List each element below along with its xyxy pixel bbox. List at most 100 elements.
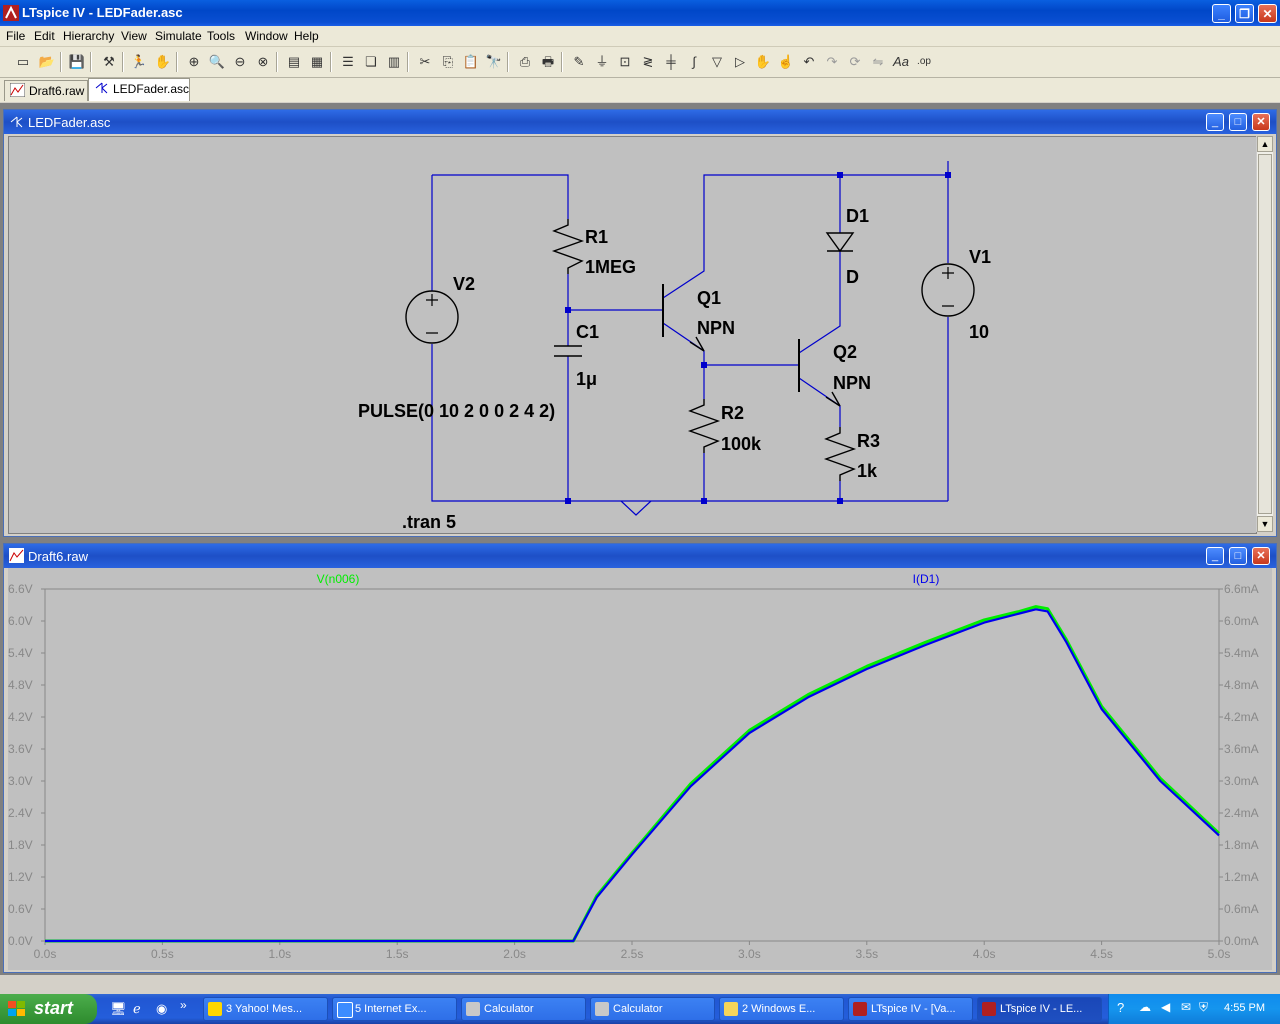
waveform-chart[interactable]: 0.0s 0.5s 1.0s 1.5s 2.0s 2.5s 3.0s 3.5s 4.0s 4.5s… [8,568,1272,970]
mirror-icon[interactable]: ⇋ [869,53,887,71]
task-ltspice-va[interactable]: LTspice IV - [Va... [848,997,973,1021]
trace-label-vn006[interactable]: V(n006) [317,572,360,586]
menu-view[interactable]: View [121,29,147,43]
capacitor-icon[interactable]: ╪ [662,53,680,71]
r1-name[interactable]: R1 [585,227,608,247]
c1-name[interactable]: C1 [576,322,599,342]
q2-value[interactable]: NPN [833,373,871,393]
paste-icon[interactable]: 📋 [462,53,480,71]
restore-button[interactable]: ❐ [1235,4,1254,23]
tray-back-icon[interactable]: ◀ [1161,1000,1170,1014]
save-icon[interactable]: 💾 [68,53,86,71]
schematic-drawing[interactable]: R1 1MEG C1 1μ V2 PULSE(0 10 2 0 0 2 4 2)… [9,137,1256,533]
v2-value[interactable]: PULSE(0 10 2 0 0 2 4 2) [358,401,555,421]
tran-directive[interactable]: .tran 5 [402,512,456,532]
tray-security-icon[interactable]: ⛨ [1199,1000,1208,1015]
control-panel-icon[interactable]: ⚒ [100,53,118,71]
v1-name[interactable]: V1 [969,247,991,267]
copy-icon[interactable]: ⎘ [439,53,457,71]
schematic-vertical-scrollbar[interactable]: ▲ ▼ [1256,136,1273,532]
c1-value[interactable]: 1μ [576,369,597,389]
r2-value[interactable]: 100k [721,434,762,454]
r1-value[interactable]: 1MEG [585,257,636,277]
menu-window[interactable]: Window [245,29,288,43]
autorange-icon[interactable]: ▤ [285,53,303,71]
menu-file[interactable]: File [6,29,25,43]
task-calculator-1[interactable]: Calculator [461,997,586,1021]
menu-hierarchy[interactable]: Hierarchy [63,29,114,43]
text-icon[interactable]: Aa [892,53,910,71]
v1-value[interactable]: 10 [969,322,989,342]
drag-icon[interactable]: ☝ [777,53,795,71]
start-button[interactable]: start [0,994,97,1024]
menu-help[interactable]: Help [294,29,319,43]
zoom-out-icon[interactable]: ⊖ [231,53,249,71]
print-icon[interactable]: 🖶 [539,53,557,71]
d1-value[interactable]: D [846,267,859,287]
trace-v-n006[interactable] [45,605,1221,943]
label-net-icon[interactable]: ⊡ [616,53,634,71]
q1-name[interactable]: Q1 [697,288,721,308]
zoom-in-icon[interactable]: ⊕ [185,53,203,71]
help-icon[interactable]: ? [1117,1000,1124,1015]
tray-mail-icon[interactable]: ✉ [1181,1000,1191,1014]
pan-icon[interactable]: 🔍 [208,53,226,71]
scroll-down-button[interactable]: ▼ [1257,516,1273,532]
scroll-thumb[interactable] [1258,154,1272,514]
cascade-icon[interactable]: ❏ [362,53,380,71]
scroll-up-button[interactable]: ▲ [1257,136,1273,152]
open-icon[interactable]: 📂 [38,53,56,71]
r3-value[interactable]: 1k [857,461,878,481]
v2-name[interactable]: V2 [453,274,475,294]
messenger-icon[interactable]: ◉ [156,1001,167,1017]
resistor-icon[interactable]: ≷ [639,53,657,71]
trace-label-id1[interactable]: I(D1) [913,572,940,586]
waveform-plot[interactable]: 0.0s 0.5s 1.0s 1.5s 2.0s 2.5s 3.0s 3.5s 4.0s 4.5s… [8,568,1272,970]
diode-icon[interactable]: ▽ [708,53,726,71]
inductor-icon[interactable]: ∫ [685,53,703,71]
spice-directive-icon[interactable]: .op [915,53,933,71]
minimize-button[interactable]: _ [1212,4,1231,23]
close-button[interactable]: ✕ [1258,4,1277,23]
task-ltspice-ledfader[interactable]: LTspice IV - LE... [977,997,1102,1021]
r3-name[interactable]: R3 [857,431,880,451]
new-schematic-icon[interactable]: ▭ [14,53,32,71]
draw-wire-icon[interactable]: ✎ [570,53,588,71]
find-icon[interactable]: 🔭 [485,53,503,71]
ground-icon[interactable]: ⏚ [593,53,611,71]
redo-icon[interactable]: ↷ [823,53,841,71]
zoom-fit-icon[interactable]: ⊗ [254,53,272,71]
menu-tools[interactable]: Tools [207,29,235,43]
tab-draft6-raw[interactable]: Draft6.raw [4,80,88,101]
waveform-minimize-button[interactable]: _ [1206,547,1224,565]
d1-name[interactable]: D1 [846,206,869,226]
main-title-bar[interactable]: LTspice IV - LEDFader.asc _ ❐ ✕ [0,0,1280,26]
schematic-window-title-bar[interactable]: LEDFader.asc _ □ ✕ [4,110,1276,134]
tray-network-icon[interactable]: ☁ [1139,1000,1151,1014]
tab-ledfader-asc[interactable]: LEDFader.asc [88,78,190,101]
task-calculator-2[interactable]: Calculator [590,997,715,1021]
component-icon[interactable]: ▷ [731,53,749,71]
q2-name[interactable]: Q2 [833,342,857,362]
waveform-maximize-button[interactable]: □ [1229,547,1247,565]
cut-icon[interactable]: ✂ [416,53,434,71]
show-desktop-icon[interactable]: 🖥 [110,1001,127,1017]
halt-icon[interactable]: ✋ [154,53,172,71]
rotate-icon[interactable]: ⟳ [846,53,864,71]
print-setup-icon[interactable]: ⎙ [516,53,534,71]
r2-name[interactable]: R2 [721,403,744,423]
waveform-icon[interactable]: ▦ [308,53,326,71]
menu-edit[interactable]: Edit [34,29,55,43]
run-icon[interactable]: 🏃 [130,53,148,71]
schematic-close-button[interactable]: ✕ [1252,113,1270,131]
trace-i-d1[interactable] [45,608,1220,943]
task-internet-explorer[interactable]: 5 Internet Ex... [332,997,457,1021]
move-icon[interactable]: ✋ [754,53,772,71]
schematic-minimize-button[interactable]: _ [1206,113,1224,131]
q1-value[interactable]: NPN [697,318,735,338]
schematic-canvas[interactable]: R1 1MEG C1 1μ V2 PULSE(0 10 2 0 0 2 4 2)… [8,136,1257,534]
menu-simulate[interactable]: Simulate [155,29,202,43]
schematic-maximize-button[interactable]: □ [1229,113,1247,131]
task-yahoo-messenger[interactable]: 3 Yahoo! Mes... [203,997,328,1021]
task-windows-explorer[interactable]: 2 Windows E... [719,997,844,1021]
